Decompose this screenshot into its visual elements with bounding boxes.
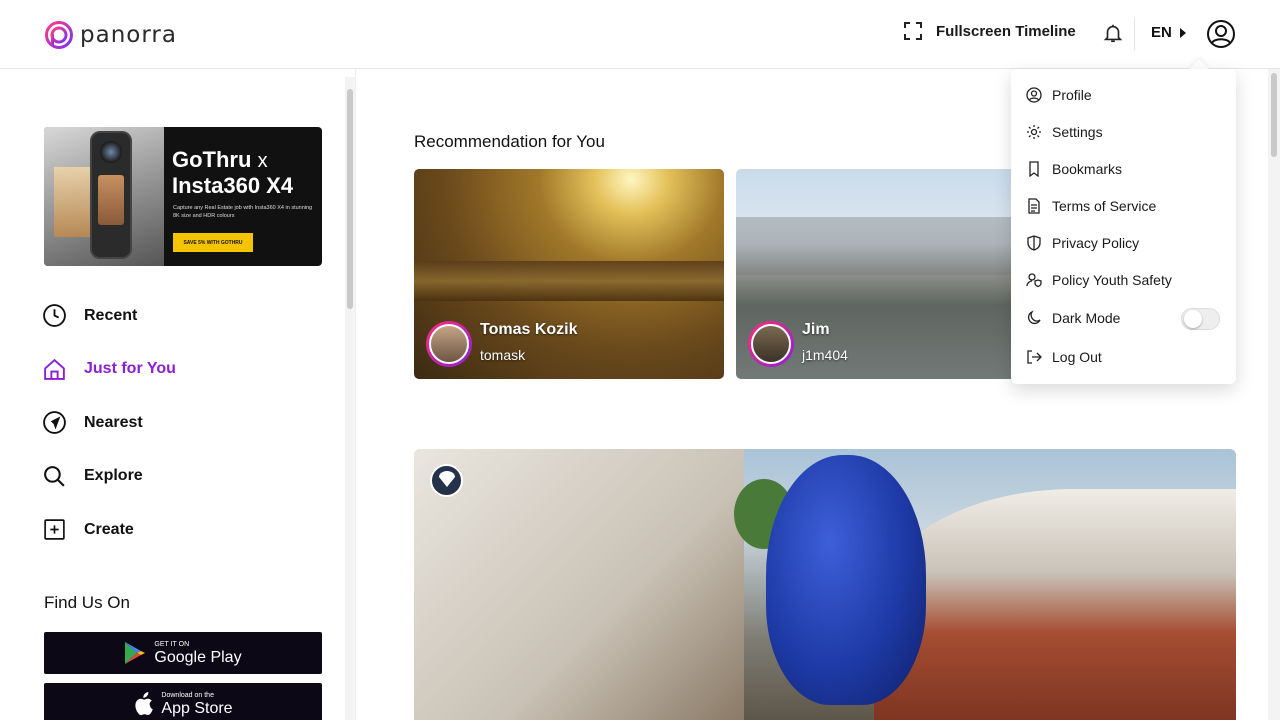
- menu-item-dark-mode[interactable]: Dark Mode: [1026, 310, 1120, 326]
- user-circle-icon: [1026, 87, 1042, 103]
- recommendation-card[interactable]: Jim j1m404: [736, 169, 1026, 379]
- language-label: EN: [1151, 24, 1172, 41]
- user-circle-icon: [1207, 20, 1235, 48]
- avatar[interactable]: [748, 321, 794, 367]
- menu-item-profile[interactable]: Profile: [1026, 87, 1092, 103]
- main-scrollbar[interactable]: [1268, 69, 1280, 720]
- promo-camera-image: [90, 131, 132, 259]
- bookmark-icon: [1029, 161, 1039, 177]
- logo[interactable]: panorra: [44, 20, 177, 50]
- app-store-small-text: Download on the: [161, 691, 214, 699]
- panorama-post-image[interactable]: [414, 449, 1236, 720]
- dark-mode-toggle[interactable]: [1181, 308, 1220, 330]
- compass-icon: [438, 470, 455, 487]
- card-user-handle: j1m404: [802, 347, 848, 363]
- search-icon: [44, 465, 65, 487]
- menu-item-label: Privacy Policy: [1052, 235, 1140, 251]
- menu-item-label: Profile: [1052, 87, 1092, 103]
- promo-cta-button[interactable]: SAVE 5% WITH GOTHRU: [173, 233, 253, 252]
- pano-water-tank: [766, 455, 926, 705]
- sidebar-item-create[interactable]: Create: [42, 503, 176, 557]
- menu-item-label: Bookmarks: [1052, 161, 1123, 177]
- menu-item-youth-safety[interactable]: Policy Youth Safety: [1026, 272, 1172, 288]
- recommendation-card[interactable]: Tomas Kozik tomask: [414, 169, 724, 379]
- menu-item-settings[interactable]: Settings: [1026, 124, 1103, 140]
- apple-icon: [135, 692, 154, 716]
- shield-icon: [1027, 235, 1041, 251]
- pano-building: [414, 449, 744, 720]
- google-play-button[interactable]: GET IT ON Google Play: [44, 632, 322, 674]
- sidebar-item-nearest[interactable]: Nearest: [42, 396, 176, 450]
- pano-roof: [874, 489, 1236, 720]
- app-store-button[interactable]: Download on the App Store: [44, 683, 322, 720]
- caret-right-icon: [1179, 27, 1186, 38]
- fullscreen-icon: [904, 22, 922, 40]
- card-user-handle: tomask: [480, 347, 526, 363]
- google-play-icon: [125, 642, 146, 664]
- menu-item-label: Settings: [1052, 124, 1103, 140]
- sidebar: GoThru x Insta360 X4 Capture any Real Es…: [0, 69, 356, 720]
- menu-item-terms[interactable]: Terms of Service: [1026, 198, 1156, 214]
- gear-icon: [1027, 125, 1041, 139]
- promo-description: Capture any Real Estate job with Insta36…: [173, 205, 313, 219]
- sidebar-scrollbar[interactable]: [345, 77, 355, 720]
- section-title: Recommendation for You: [414, 132, 605, 151]
- user-menu-button[interactable]: [1206, 19, 1236, 54]
- bell-icon: [1103, 24, 1123, 43]
- user-dropdown-menu: Profile Settings Bookmarks Terms of Serv…: [1011, 69, 1236, 384]
- compass-button[interactable]: [430, 464, 463, 497]
- google-play-small-text: GET IT ON: [154, 640, 190, 648]
- sidebar-item-label: Just for You: [84, 360, 176, 378]
- navigation-icon: [43, 411, 66, 435]
- menu-item-label: Policy Youth Safety: [1052, 272, 1172, 288]
- document-icon: [1028, 198, 1040, 214]
- dark-mode-toggle-knob: [1184, 310, 1202, 328]
- home-icon: [44, 358, 65, 380]
- plus-square-icon: [44, 519, 65, 540]
- logout-icon: [1027, 350, 1042, 364]
- menu-item-label: Log Out: [1052, 349, 1102, 365]
- notifications-button[interactable]: [1102, 22, 1124, 49]
- fullscreen-timeline-button[interactable]: Fullscreen Timeline: [904, 22, 1076, 40]
- card-user-name: Tomas Kozik: [480, 321, 578, 338]
- main-scrollbar-thumb[interactable]: [1271, 73, 1277, 157]
- sidebar-item-label: Explore: [84, 467, 143, 485]
- header-divider: [1134, 18, 1135, 50]
- menu-item-label: Terms of Service: [1052, 198, 1157, 214]
- menu-item-label: Dark Mode: [1052, 310, 1121, 326]
- menu-item-privacy[interactable]: Privacy Policy: [1026, 235, 1139, 251]
- sidebar-item-label: Recent: [84, 306, 138, 324]
- sidebar-nav: Recent Just for You Nearest Explore Crea…: [42, 289, 176, 557]
- sidebar-item-explore[interactable]: Explore: [42, 450, 176, 504]
- logo-icon: [45, 21, 73, 49]
- language-selector[interactable]: EN: [1151, 24, 1186, 41]
- promo-banner[interactable]: GoThru x Insta360 X4 Capture any Real Es…: [44, 127, 322, 266]
- app-store-big-text: App Store: [161, 699, 233, 717]
- sidebar-item-label: Nearest: [84, 413, 143, 431]
- card-user-name: Jim: [802, 321, 830, 338]
- moon-icon: [1028, 310, 1041, 324]
- sidebar-item-recent[interactable]: Recent: [42, 289, 176, 343]
- sidebar-scrollbar-thumb[interactable]: [347, 89, 353, 309]
- promo-title-line1: GoThru x: [172, 147, 268, 172]
- avatar[interactable]: [426, 321, 472, 367]
- logo-text: panorra: [80, 22, 177, 48]
- fullscreen-timeline-label: Fullscreen Timeline: [936, 22, 1076, 40]
- promo-title-line2: Insta360 X4: [172, 173, 294, 198]
- top-header: panorra Fullscreen Timeline EN: [0, 0, 1280, 69]
- find-us-title: Find Us On: [44, 593, 130, 612]
- sidebar-item-just-for-you[interactable]: Just for You: [42, 343, 176, 397]
- google-play-big-text: Google Play: [154, 648, 242, 666]
- sidebar-item-label: Create: [84, 520, 134, 538]
- user-shield-icon: [1026, 273, 1042, 288]
- menu-item-logout[interactable]: Log Out: [1026, 349, 1102, 365]
- clock-icon: [43, 304, 66, 328]
- menu-item-bookmarks[interactable]: Bookmarks: [1026, 161, 1122, 177]
